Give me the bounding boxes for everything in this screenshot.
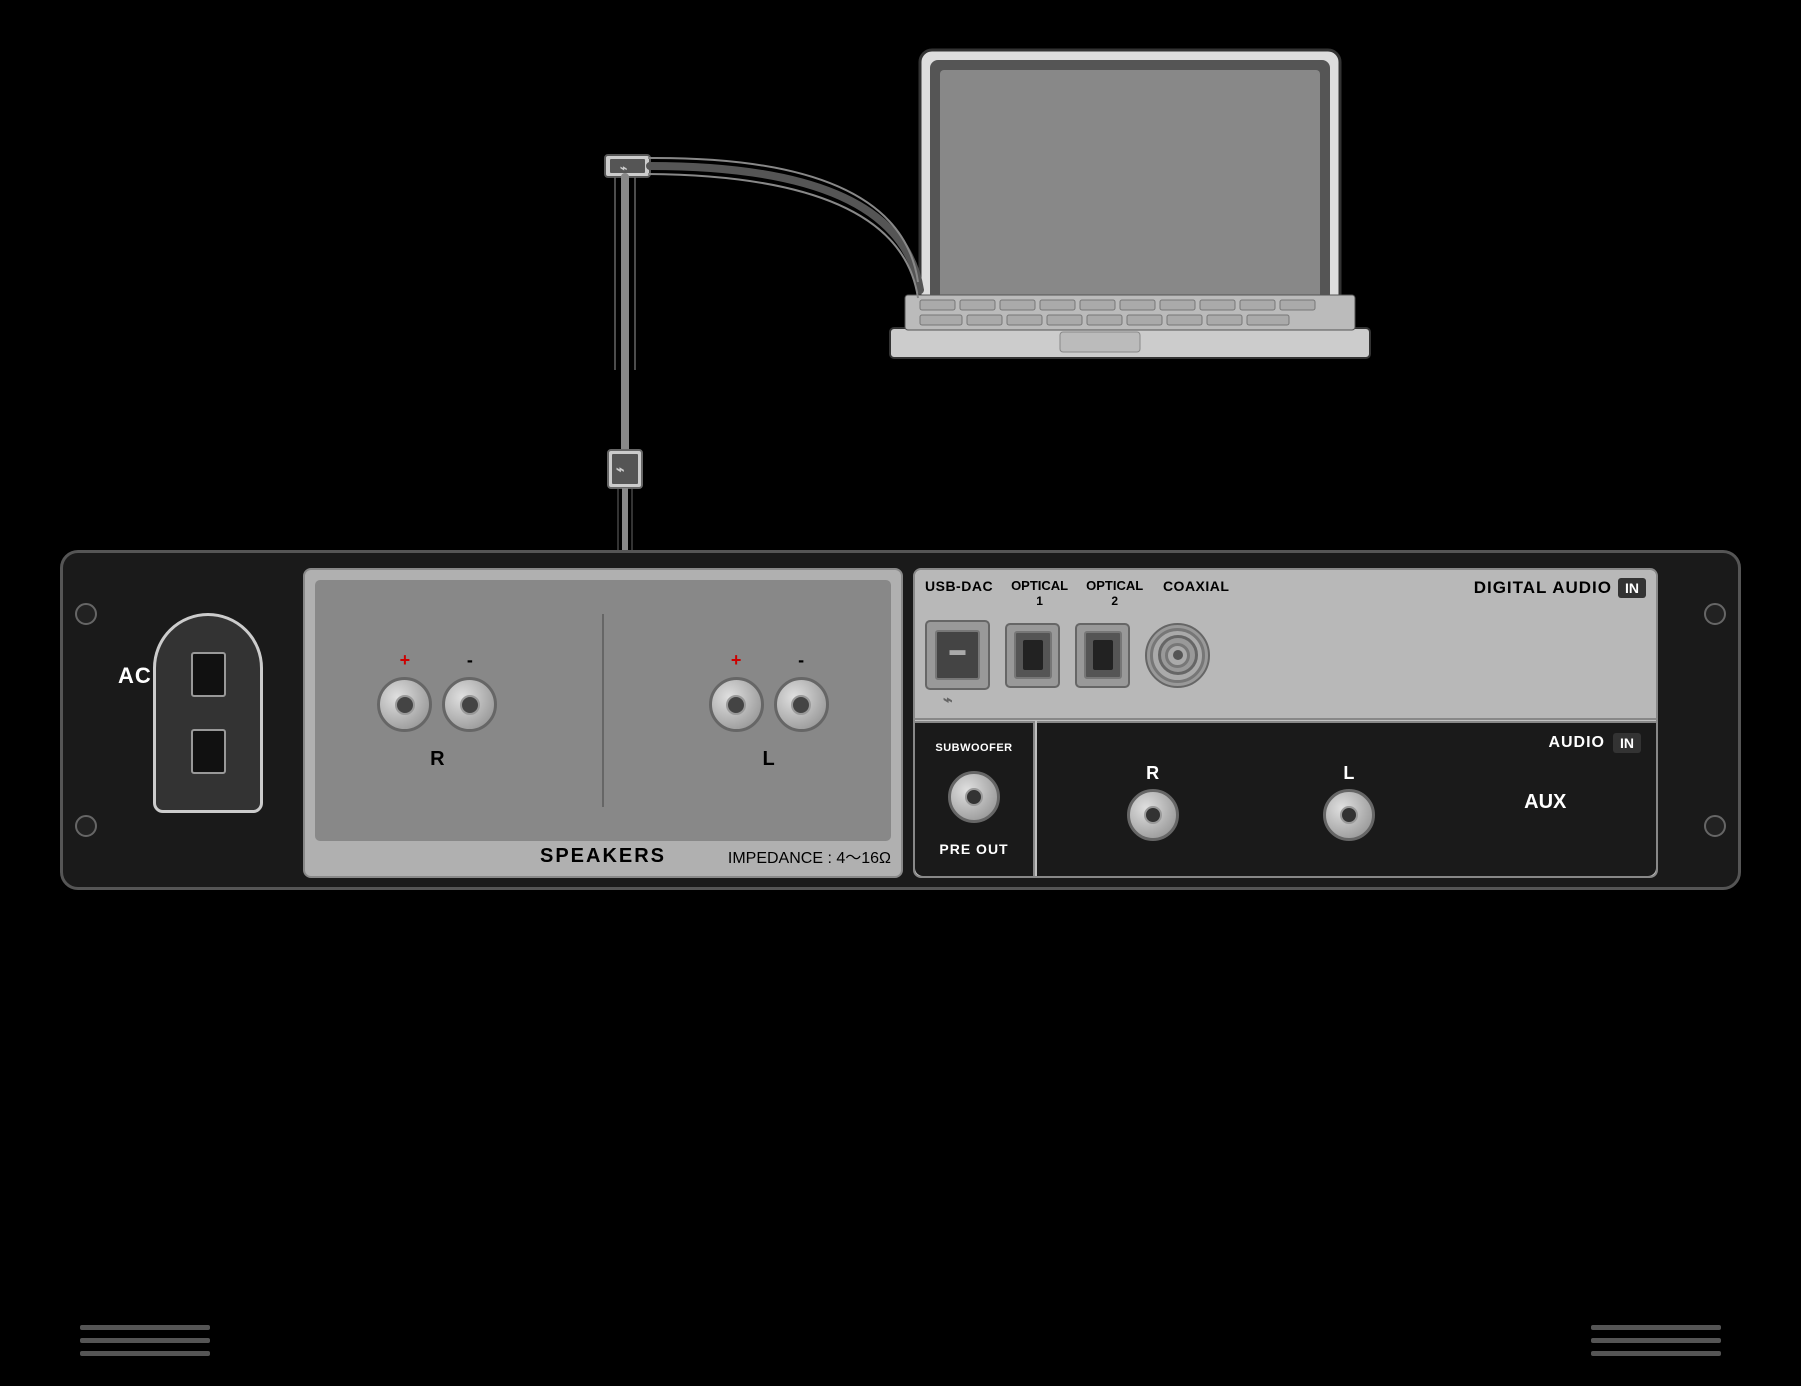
optical2-port[interactable] [1075, 623, 1130, 688]
audio-in-badge: IN [1613, 733, 1641, 753]
ac-slot-bottom [191, 729, 226, 774]
aux-label: AUX [1524, 791, 1566, 814]
input-ports-area: USB-DAC OPTICAL1 OPTICAL2 COAXIAL ▬ [915, 570, 1656, 720]
rca-l-group: L [1323, 763, 1375, 841]
speakers-section: + - R [303, 568, 903, 878]
terminal-pair-l: + - [709, 650, 829, 732]
ac-in-section: AC IN [113, 583, 293, 853]
rca-r-group: R [1127, 763, 1179, 841]
screw-bottom-right [1704, 815, 1726, 837]
l-plus-knob[interactable] [709, 677, 764, 732]
digital-section: USB-DAC OPTICAL1 OPTICAL2 COAXIAL ▬ [913, 568, 1658, 878]
pre-out-label: PRE OUT [939, 841, 1008, 857]
bottom-lines-left [80, 1325, 210, 1356]
screw-top-left [75, 603, 97, 625]
coaxial-port[interactable] [1145, 623, 1210, 688]
r-minus-label: - [467, 650, 473, 671]
impedance-label: IMPEDANCE : 4～16Ω [728, 844, 891, 868]
optical2-hole [1093, 640, 1113, 670]
terminal-group-l: + - L [709, 650, 829, 771]
r-channel-label: R [430, 748, 444, 771]
bottom-line-3 [80, 1351, 210, 1356]
digital-audio-text: DIGITAL AUDIO [1474, 578, 1612, 598]
optical1-port[interactable] [1005, 623, 1060, 688]
r-plus-knob[interactable] [377, 677, 432, 732]
subwoofer-rca-knob[interactable] [948, 771, 1000, 823]
screw-top-right [1704, 603, 1726, 625]
usb-b-port-hole: ▬ [937, 632, 978, 660]
digital-audio-header: DIGITAL AUDIO IN [1474, 578, 1646, 598]
svg-text:⌁: ⌁ [616, 461, 624, 477]
ac-slot-top [191, 652, 226, 697]
rca-inputs-row: R L AUX [1052, 763, 1641, 841]
bottom-line-2 [80, 1338, 210, 1343]
bottom-line-5 [1591, 1338, 1721, 1343]
l-minus-knob[interactable] [774, 677, 829, 732]
screw-bottom-left [75, 815, 97, 837]
subwoofer-rca-inner [965, 788, 983, 806]
rca-l-knob[interactable] [1323, 789, 1375, 841]
subwoofer-label: SUBWOOFER [935, 742, 1012, 754]
l-channel-label: L [763, 748, 775, 771]
optical2-label: OPTICAL2 [1086, 578, 1143, 608]
bottom-line-4 [1591, 1325, 1721, 1330]
usb-b-inner: ▬ [935, 630, 980, 680]
coaxial-center [1173, 650, 1183, 660]
ac-connector [153, 613, 263, 813]
usb-symbol-port: ⌁ [943, 690, 953, 710]
r-minus-knob[interactable] [442, 677, 497, 732]
speaker-terminals: + - R [315, 580, 891, 841]
amplifier-body: AC IN + - [60, 550, 1741, 890]
coaxial-label: COAXIAL [1161, 578, 1231, 594]
audio-label: AUDIO [1548, 734, 1605, 752]
speakers-label: SPEAKERS [540, 845, 666, 868]
r-plus-label: + [400, 650, 411, 671]
rca-r-label: R [1146, 763, 1159, 784]
optical1-label: OPTICAL1 [1011, 578, 1068, 608]
svg-text:⌁: ⌁ [620, 161, 627, 175]
l-minus-label: - [798, 650, 804, 671]
bottom-line-6 [1591, 1351, 1721, 1356]
digital-in-badge: IN [1618, 578, 1646, 598]
terminal-pair-r: + - [377, 650, 497, 732]
pre-out-section: SUBWOOFER PRE OUT [915, 721, 1035, 876]
audio-in-header: AUDIO IN [1548, 733, 1641, 753]
bottom-line-1 [80, 1325, 210, 1330]
bottom-lines-right [1591, 1325, 1721, 1356]
terminal-group-r: + - R [377, 650, 497, 771]
usb-dac-port[interactable]: ▬ [925, 620, 990, 690]
rca-r-knob[interactable] [1127, 789, 1179, 841]
l-plus-label: + [731, 650, 742, 671]
optical1-hole [1023, 640, 1043, 670]
rca-l-label: L [1343, 763, 1354, 784]
usb-dac-label: USB-DAC [925, 578, 993, 594]
audio-in-section: AUDIO IN R L AUX [1037, 721, 1656, 876]
